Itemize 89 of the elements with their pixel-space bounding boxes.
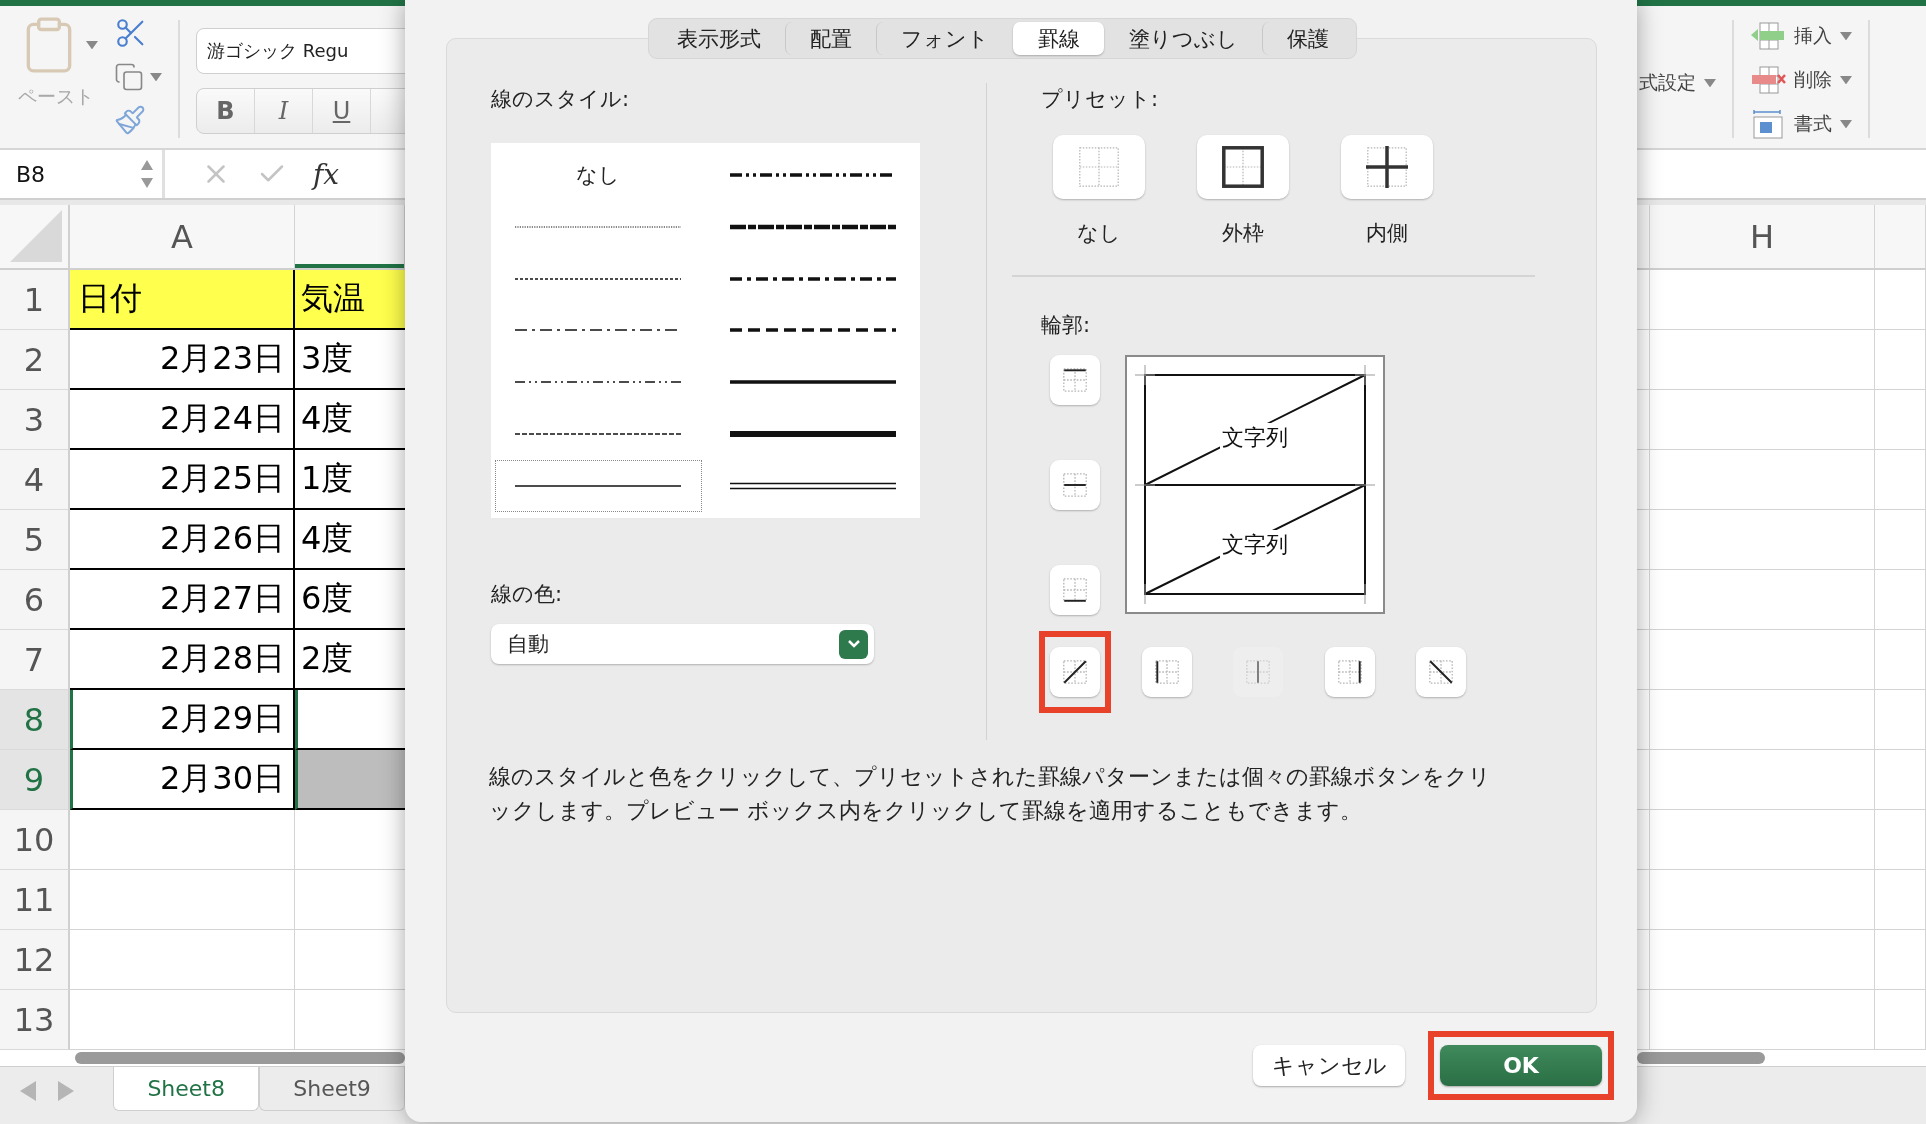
tab[interactable]: 配置 (785, 22, 876, 55)
table-cell[interactable]: 2月28日 (70, 630, 295, 690)
table-cell[interactable]: 気温 (295, 270, 405, 330)
preview-text: 文字列 (1220, 530, 1290, 561)
select-all-icon[interactable] (10, 210, 62, 262)
table-cell[interactable]: 2月25日 (70, 450, 295, 510)
tab[interactable]: 罫線 (1013, 22, 1104, 55)
presets-label: プリセット: (1041, 86, 1159, 113)
table-cell[interactable]: 2月24日 (70, 390, 295, 450)
chevron-icon (839, 629, 868, 659)
row-header[interactable]: 2 (0, 330, 70, 390)
border-button[interactable] (1050, 647, 1100, 697)
instructions-text: 線のスタイルと色をクリックして、プリセットされた罫線パターンまたは個々の罫線ボタンをクリックします。プレビュー ボックス内をクリックして罫線を適用することもできます。 (489, 763, 1492, 825)
cancel-button[interactable]: キャンセル (1253, 1045, 1405, 1086)
table-cell[interactable]: 2月29日 (70, 690, 295, 750)
font-name-field[interactable]: 游ゴシック Regu (196, 28, 405, 74)
italic-button[interactable]: I (255, 89, 313, 133)
outline-border-icon (1219, 143, 1267, 191)
conditional-format-label[interactable]: 式設定 (1639, 70, 1696, 96)
border-button[interactable] (1416, 647, 1466, 697)
cell-action-label[interactable]: 書式 (1794, 111, 1832, 137)
caret-icon (86, 40, 98, 50)
line-style-label: 線のスタイル: (491, 86, 630, 113)
row-header[interactable]: 13 (0, 990, 70, 1050)
table-cell[interactable]: 日付 (70, 270, 295, 330)
scrollbar[interactable] (75, 1052, 405, 1064)
table-cell[interactable]: 2月30日 (70, 750, 295, 810)
cell-action-label[interactable]: 削除 (1794, 67, 1832, 93)
caret-icon (1840, 75, 1852, 85)
format-cells-icon (1750, 109, 1786, 139)
preset-button[interactable] (1341, 135, 1433, 199)
line-style-option[interactable]: なし (495, 149, 702, 201)
border-preview[interactable]: 文字列 文字列 (1125, 355, 1385, 614)
underline-button[interactable]: U (313, 89, 371, 133)
center-border-icon (1244, 658, 1272, 686)
preset-label: 内側 (1366, 220, 1408, 247)
cell-action-label[interactable]: 挿入 (1794, 23, 1832, 49)
top-border-icon (1061, 366, 1089, 394)
row-header[interactable]: 8 (0, 690, 70, 750)
copy-icon[interactable] (114, 62, 144, 92)
row-header[interactable]: 3 (0, 390, 70, 450)
tab[interactable]: 塗りつぶし (1104, 22, 1262, 55)
sheet-tab[interactable]: Sheet9 (259, 1067, 405, 1111)
row-header[interactable]: 9 (0, 750, 70, 810)
insert-function-button[interactable]: fx (313, 157, 340, 191)
bold-button[interactable]: B (197, 89, 255, 133)
row-header[interactable]: 10 (0, 810, 70, 870)
table-cell[interactable]: 2月26日 (70, 510, 295, 570)
column-header[interactable] (295, 205, 405, 268)
row-header[interactable]: 5 (0, 510, 70, 570)
inside-border-icon (1363, 143, 1411, 191)
preset-label: 外枠 (1222, 220, 1264, 247)
next-sheet-icon[interactable] (58, 1081, 74, 1101)
sheet-tab[interactable]: Sheet8 (113, 1067, 260, 1111)
line-style-option[interactable] (495, 460, 702, 512)
delete-cells-icon (1750, 65, 1786, 95)
right-border-icon (1335, 658, 1364, 686)
previous-sheet-icon[interactable] (20, 1081, 36, 1101)
paintbrush-icon[interactable] (114, 104, 146, 136)
ok-button[interactable]: OK (1440, 1045, 1602, 1086)
row-header[interactable]: 12 (0, 930, 70, 990)
table-cell[interactable]: 2月27日 (70, 570, 295, 630)
diag-up-border-icon (1061, 658, 1089, 686)
row-header[interactable]: 6 (0, 570, 70, 630)
row-header[interactable]: 4 (0, 450, 70, 510)
caret-icon (1840, 31, 1852, 41)
caret-icon (1704, 78, 1716, 88)
tab[interactable]: 表示形式 (652, 22, 785, 55)
scrollbar[interactable] (1637, 1052, 1765, 1064)
preset-button[interactable] (1197, 135, 1289, 199)
row-header[interactable]: 7 (0, 630, 70, 690)
insert-cells-icon (1750, 21, 1786, 51)
table-cell[interactable]: 2月23日 (70, 330, 295, 390)
diag-down-border-icon (1427, 658, 1455, 686)
row-header[interactable]: 1 (0, 270, 70, 330)
line-color-label: 線の色: (491, 581, 563, 608)
caret-icon (150, 72, 162, 82)
left-border-icon (1152, 658, 1181, 686)
selected-cell[interactable] (295, 750, 405, 810)
table-cell[interactable] (295, 690, 405, 750)
bottom-border-icon (1061, 576, 1089, 604)
middle-border-icon (1061, 471, 1089, 499)
row-header[interactable]: 11 (0, 870, 70, 930)
stepper-icon (140, 159, 154, 189)
border-label: 輪郭: (1041, 312, 1091, 339)
caret-icon (1840, 119, 1852, 129)
preset-label: なし (1077, 220, 1121, 247)
line-color-select[interactable]: 自動 (491, 624, 874, 664)
tab[interactable]: 保護 (1262, 22, 1353, 55)
